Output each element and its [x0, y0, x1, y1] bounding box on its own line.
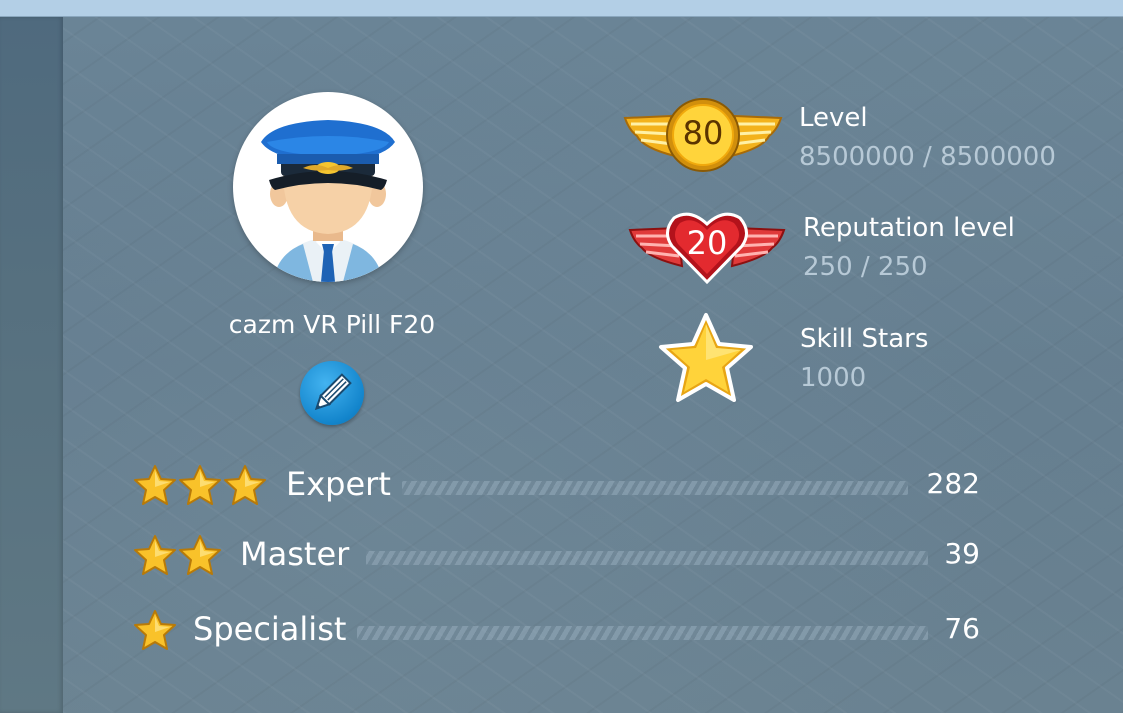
master-stars — [134, 535, 221, 575]
reputation-badge-value: 20 — [686, 224, 728, 262]
star-icon — [179, 535, 221, 575]
rank-count-master: 39 — [944, 537, 980, 570]
rank-bar-expert — [402, 481, 908, 495]
expert-stars — [134, 465, 266, 505]
rank-count-expert: 282 — [926, 467, 980, 500]
rank-count-specialist: 76 — [944, 612, 980, 645]
star-icon — [134, 535, 176, 575]
edit-name-button[interactable] — [300, 361, 364, 425]
player-name: cazm VR Pill F20 — [228, 310, 436, 339]
star-icon — [134, 465, 176, 505]
pilot-avatar-icon — [233, 92, 423, 282]
top-bar — [0, 0, 1123, 17]
reputation-value: 250 / 250 — [803, 252, 928, 282]
level-title: Level — [799, 103, 868, 133]
star-icon — [224, 465, 266, 505]
skill-stars-value: 1000 — [800, 363, 867, 393]
rank-label-expert: Expert — [286, 465, 391, 503]
skill-stars-title: Skill Stars — [800, 324, 929, 354]
profile-panel — [63, 17, 1123, 713]
skill-star-badge — [657, 312, 755, 404]
rank-bar-specialist — [357, 626, 928, 640]
specialist-stars — [134, 610, 176, 650]
reputation-title: Reputation level — [803, 213, 1015, 243]
rank-label-master: Master — [240, 535, 350, 573]
level-badge-value: 80 — [682, 114, 724, 152]
left-side-strip — [0, 17, 63, 713]
star-icon — [179, 465, 221, 505]
level-value: 8500000 / 8500000 — [799, 142, 1056, 172]
rank-label-specialist: Specialist — [193, 610, 347, 648]
rank-bar-master — [366, 551, 928, 565]
star-icon — [134, 610, 176, 650]
gold-star-icon — [659, 313, 753, 402]
pencil-icon — [314, 373, 352, 411]
